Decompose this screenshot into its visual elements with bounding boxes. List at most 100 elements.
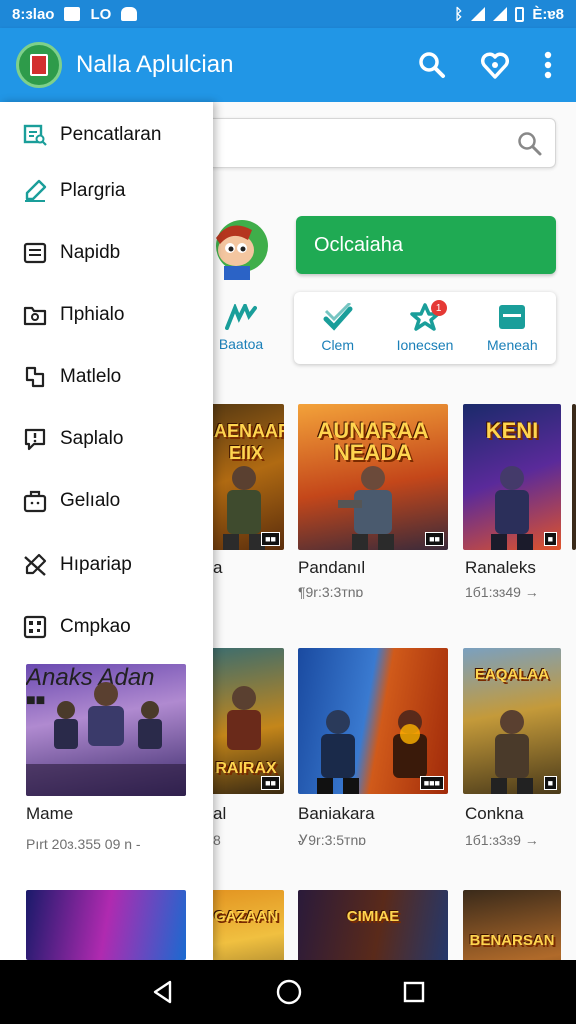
drawer-item-hipariap[interactable]: Hıpariap	[0, 539, 213, 591]
app-bar: Nalla Aplulcian	[0, 28, 576, 102]
character-art	[26, 682, 186, 796]
game-tile[interactable]: EAQALAA ■	[463, 648, 561, 794]
box-icon	[499, 305, 526, 329]
search-list-icon	[22, 122, 48, 148]
search-input[interactable]	[176, 118, 556, 168]
primary-action-button[interactable]: Oclcaiaha	[296, 216, 556, 274]
drawer-item-matlelo[interactable]: Matlelo	[0, 351, 213, 403]
drawer-item-napidb[interactable]: Napidb	[0, 227, 213, 279]
bag-icon	[22, 488, 48, 514]
drawer-item-gelalo[interactable]: Gelıalo	[0, 475, 213, 527]
search-icon[interactable]	[517, 131, 543, 157]
edit-icon	[22, 178, 48, 204]
character-art	[338, 466, 394, 550]
wifi-icon	[471, 7, 486, 21]
game-meta: 1б1:ɜɜ49 →	[465, 584, 539, 600]
drawer-item-cmpkao[interactable]: Cmpkao	[0, 601, 213, 653]
sword-icon	[225, 304, 257, 330]
game-meta: Ꮍ9r:3:5ᴛnɒ	[298, 832, 367, 848]
check-icon	[323, 303, 353, 331]
recents-icon[interactable]	[402, 980, 426, 1004]
game-tile[interactable]: AUNARAA NEADA ■■	[298, 404, 448, 550]
chat-icon	[22, 364, 48, 390]
back-icon[interactable]	[150, 979, 176, 1005]
drawer-item-hphialo[interactable]: Πphialo	[0, 289, 213, 341]
drawer-item-saplalo[interactable]: Saplalo	[0, 413, 213, 465]
game-name[interactable]: Baniakara	[298, 804, 375, 824]
category-item[interactable]: Clem	[294, 292, 381, 364]
folder-icon	[22, 302, 48, 328]
game-name[interactable]: Pandanıl	[298, 558, 365, 578]
game-name[interactable]: al	[213, 804, 226, 824]
avatar[interactable]	[208, 212, 272, 284]
notification-icon	[64, 7, 81, 21]
character-art	[227, 686, 261, 750]
drawer-item-label: Saplalo	[60, 428, 124, 449]
drawer-item-label: Pencatlaran	[60, 124, 162, 145]
age-rating-badge: ■■■	[419, 776, 444, 790]
game-tile[interactable]	[26, 890, 186, 960]
game-tile[interactable]	[572, 404, 576, 550]
game-tile[interactable]: CIMIAE	[298, 890, 448, 960]
character-art	[491, 466, 533, 550]
drawer-item-pencatlaran[interactable]: Pencatlaran	[0, 109, 213, 161]
battery-icon	[515, 6, 525, 22]
game-name[interactable]: Ranaleks	[465, 558, 536, 578]
featured-game-name[interactable]: Mame	[26, 804, 73, 824]
tile-title: BENARSAN	[469, 932, 555, 949]
signal-icon	[493, 7, 508, 21]
drawer-item-label: Plaɾgria	[60, 180, 126, 201]
game-tile[interactable]: BENARSAN	[463, 890, 561, 960]
character-art	[317, 710, 359, 794]
app-logo-icon	[16, 42, 62, 88]
category-label: Clem	[321, 337, 354, 353]
category-item[interactable]: 1 Ionecsen	[381, 292, 468, 364]
tile-title: GAZAAN	[214, 908, 279, 925]
status-badge: LO	[90, 5, 112, 23]
featured-game-image[interactable]: Anaks Adan ■■	[26, 664, 186, 796]
game-tile[interactable]: KENI ■	[463, 404, 561, 550]
tile-title: KENI	[485, 418, 539, 443]
heart-icon[interactable]	[480, 50, 510, 80]
bluetooth-icon: ᛒ	[454, 5, 464, 23]
app-title: Nalla Aplulcian	[76, 51, 234, 78]
status-clock: Ѐ:ɐ8	[532, 5, 564, 23]
tile-title: EAQALAA	[474, 666, 550, 683]
character-art	[491, 710, 533, 794]
drawer-item-label: Napidb	[60, 242, 121, 263]
category-card: Clem 1 Ionecsen Meneah	[294, 292, 556, 364]
age-rating-badge: ■	[543, 776, 557, 790]
tile-title: CIMIAE	[346, 908, 400, 925]
age-rating-badge: ■■	[425, 532, 444, 546]
game-meta: 1б1:ɜ3ɜ9 →	[465, 832, 539, 848]
navigation-drawer: Pencatlaran Plaɾgria Napidb Πphialo Matl…	[0, 102, 213, 960]
category-label: Baatoa	[218, 336, 264, 352]
drawer-item-label: Matlelo	[60, 366, 122, 387]
drawer-item-plagria[interactable]: Plaɾgria	[0, 165, 213, 217]
qr-icon	[22, 614, 48, 640]
tile-title: AUNARAA NEADA	[317, 418, 429, 465]
drawer-item-label: Πphialo	[60, 304, 125, 325]
age-rating-badge: ■■	[261, 532, 280, 546]
search-icon[interactable]	[418, 51, 446, 79]
drawer-item-label: Hıpariap	[60, 554, 132, 575]
game-name[interactable]: a	[213, 558, 222, 578]
no-edit-icon	[22, 552, 48, 578]
navigation-bar	[0, 960, 576, 1024]
category-label: Ionecsen	[396, 337, 454, 353]
featured-game-meta: Pırt 20ɜ.355 09 n -	[26, 836, 141, 852]
more-vert-icon[interactable]	[544, 51, 552, 79]
game-meta: ¶9r:3:3ᴛnɒ	[298, 584, 364, 600]
home-icon[interactable]	[275, 978, 303, 1006]
game-name[interactable]: Conkna	[465, 804, 524, 824]
status-time: 8:ɜlao	[12, 5, 55, 23]
category-item[interactable]: Meneah	[469, 292, 556, 364]
list-icon	[22, 240, 48, 266]
tile-title: AENAAR EIIX	[214, 421, 284, 463]
game-tile[interactable]: ■■■	[298, 648, 448, 794]
game-meta: 8	[213, 832, 221, 848]
category-item[interactable]: Baatoa	[206, 298, 276, 358]
age-rating-badge: ■■	[261, 776, 280, 790]
alert-message-icon	[22, 426, 48, 452]
shield-icon	[121, 7, 138, 21]
